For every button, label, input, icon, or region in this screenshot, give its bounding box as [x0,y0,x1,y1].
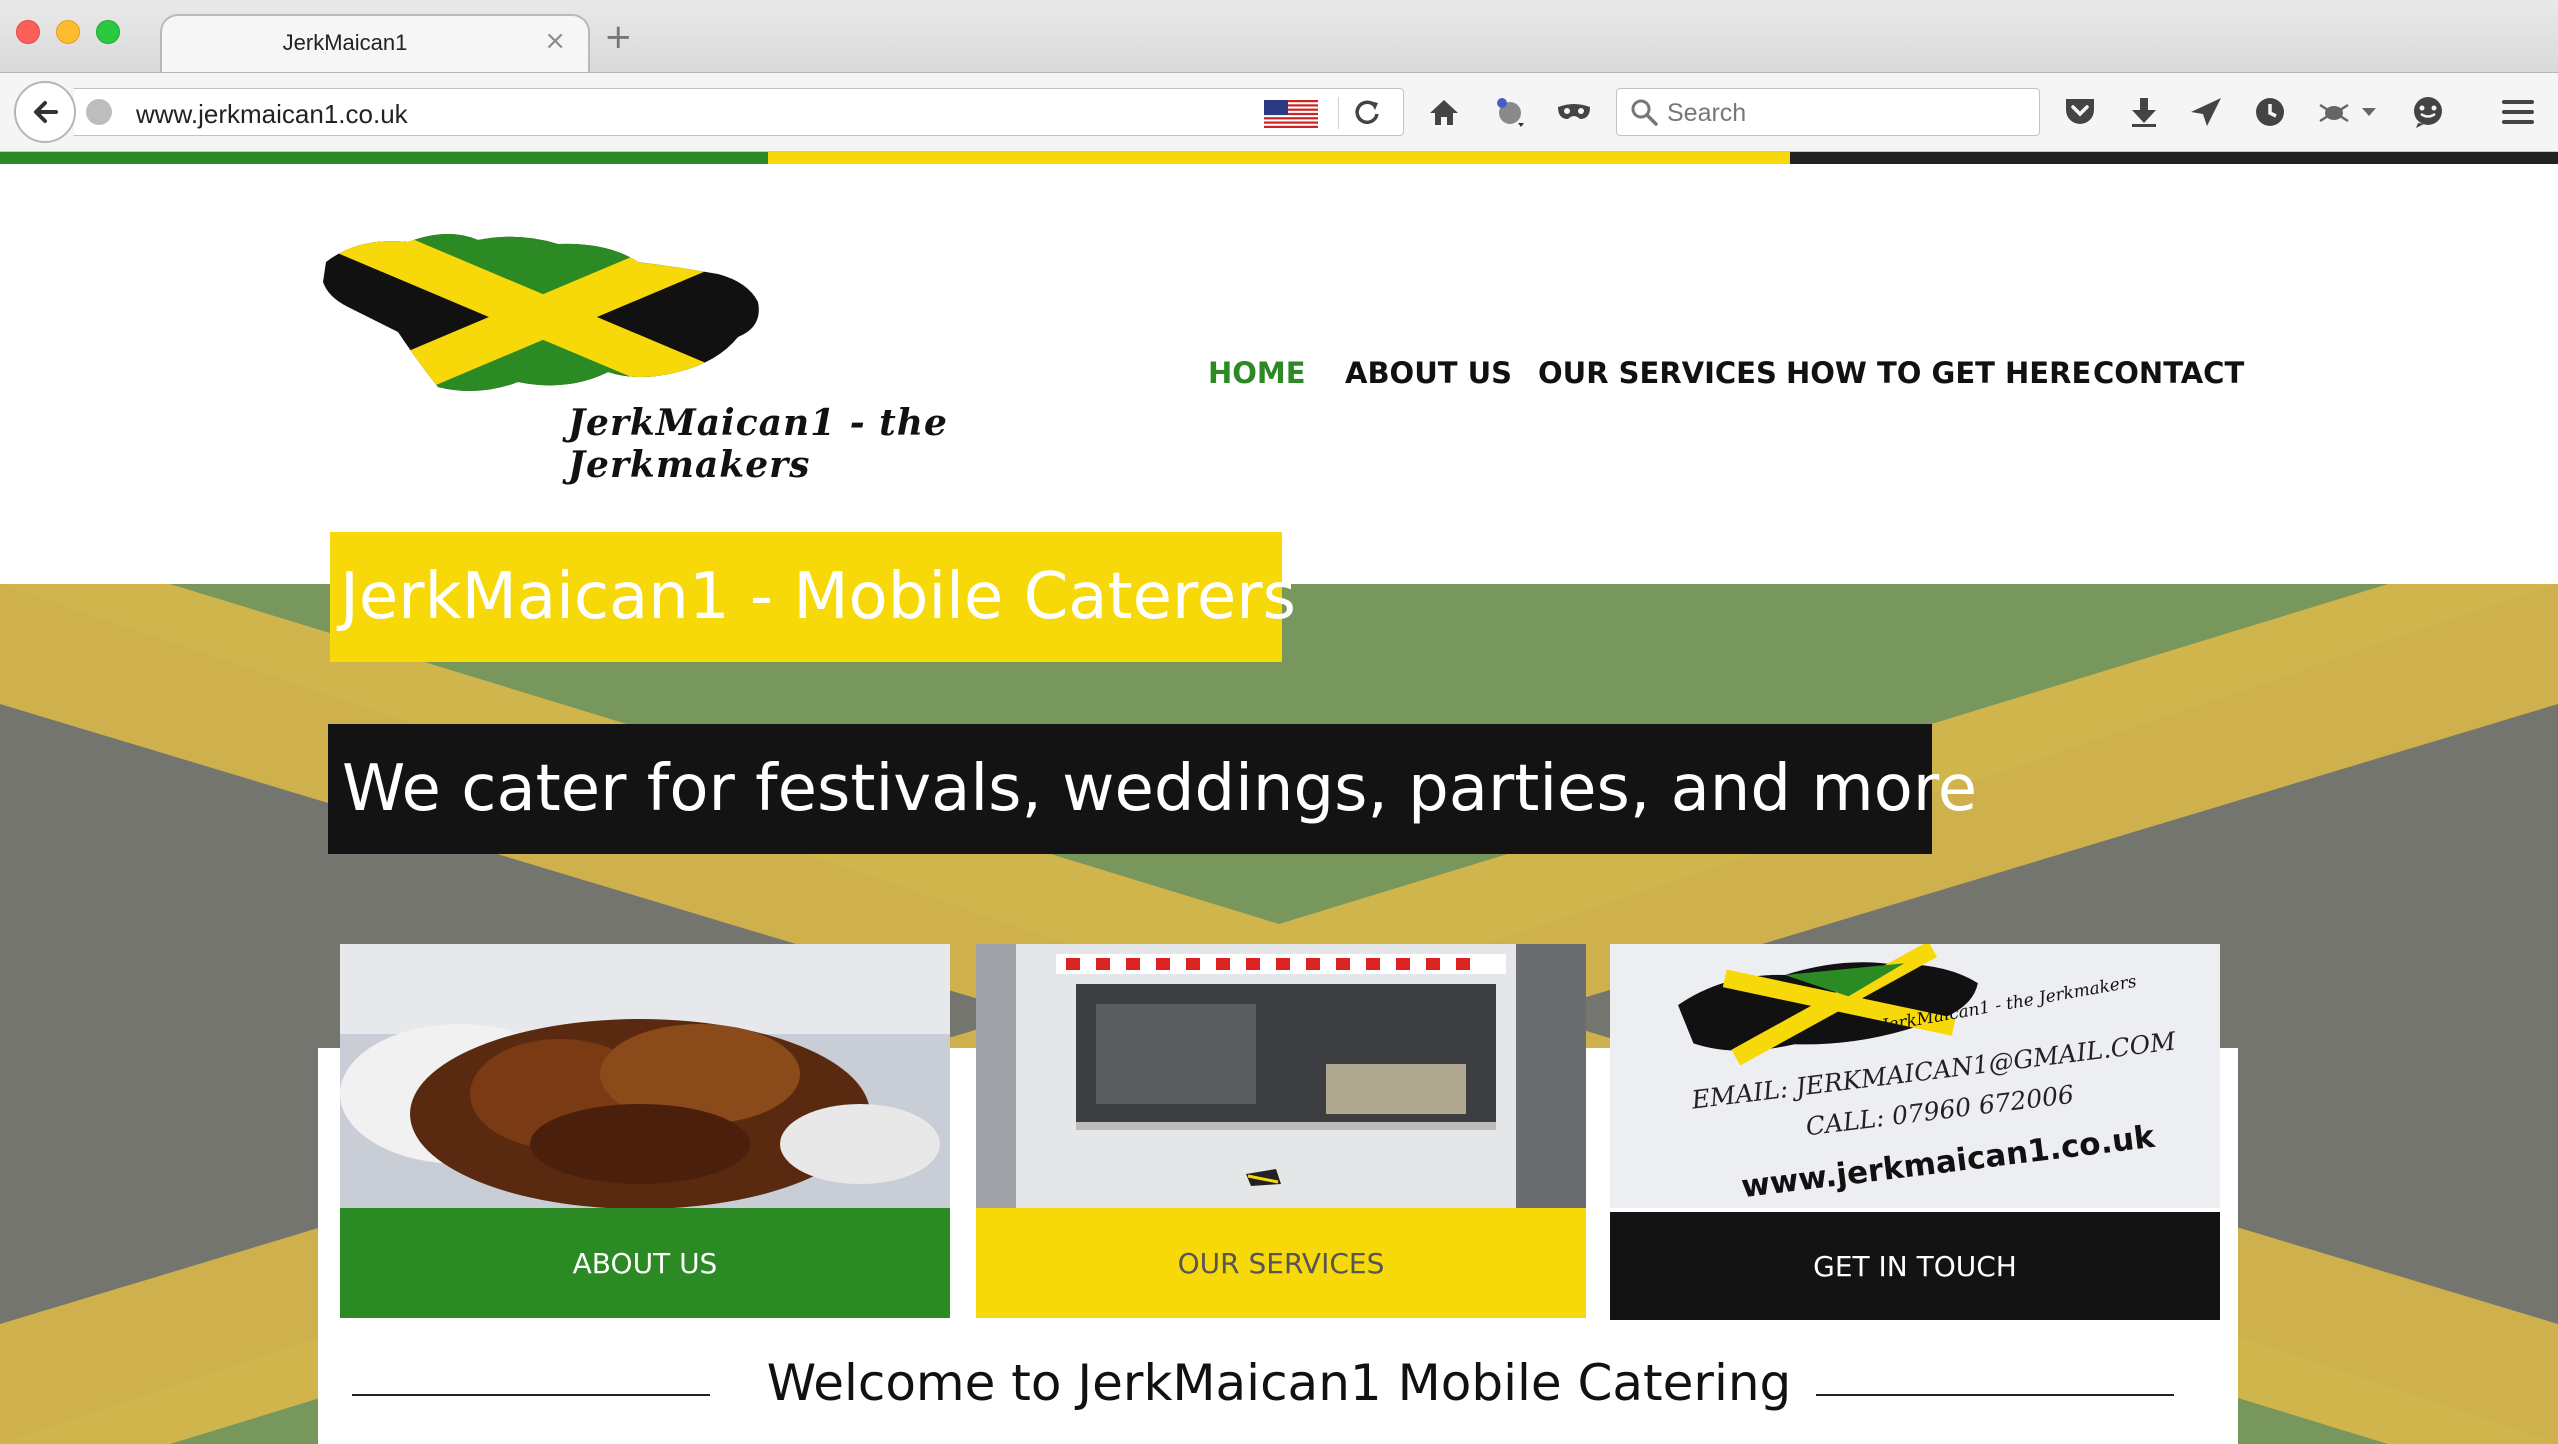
search-input[interactable]: Search [1616,88,2040,136]
home-icon[interactable] [1420,87,1468,137]
about-us-button[interactable]: ABOUT US [340,1208,950,1318]
globe-icon [86,99,112,125]
bug-icon[interactable] [2310,87,2358,137]
browser-tab-bar: JerkMaican1 × + [0,0,2558,72]
chat-icon[interactable] [2404,87,2452,137]
welcome-heading: Welcome to JerkMaican1 Mobile Catering [766,1354,1792,1412]
extension-icon[interactable] [1486,87,1534,137]
new-tab-button[interactable]: + [604,20,633,54]
url-separator [1338,97,1339,129]
nav-home[interactable]: HOME [1208,356,1306,390]
close-window-button[interactable] [16,20,40,44]
business-card-photo: JerkMaican1 - the Jerkmakers EMAIL: JERK… [1610,944,2220,1208]
browser-toolbar: www.jerkmaican1.co.uk Search [0,72,2558,152]
get-in-touch-button[interactable]: GET IN TOUCH [1610,1212,2220,1320]
nav-about-us[interactable]: ABOUT US [1345,356,1512,390]
jerk-chicken-photo [340,944,950,1208]
send-icon[interactable] [2182,87,2230,137]
us-flag-icon [1264,100,1318,128]
history-icon[interactable] [2246,87,2294,137]
hero-title-banner: JerkMaican1 - Mobile Caterers [330,532,1296,662]
download-icon[interactable] [2120,87,2168,137]
search-placeholder: Search [1667,99,1747,127]
dropdown-icon[interactable] [2354,87,2384,137]
get-in-touch-card[interactable]: JerkMaican1 - the Jerkmakers EMAIL: JERK… [1610,944,2220,1320]
hero-subtitle-banner: We cater for festivals, weddings, partie… [328,724,1977,854]
tab-title: JerkMaican1 [282,30,408,55]
url-text[interactable]: www.jerkmaican1.co.uk [136,99,408,130]
our-services-card[interactable]: OUR SERVICES [976,944,1586,1318]
about-us-card[interactable]: ABOUT US [340,944,950,1318]
search-icon [1631,99,1658,126]
minimize-window-button[interactable] [56,20,80,44]
web-page: JerkMaican1 - the Jerkmakers HOME ABOUT … [0,164,2558,1444]
address-bar[interactable]: www.jerkmaican1.co.uk [74,88,1404,136]
catering-van-photo [976,944,1586,1208]
nav-our-services[interactable]: OUR SERVICES [1538,356,1777,390]
tab-close-icon[interactable]: × [544,26,566,56]
browser-tab[interactable]: JerkMaican1 × [160,14,590,72]
reload-icon[interactable] [1352,97,1382,129]
back-button[interactable] [14,81,76,143]
pocket-icon[interactable] [2056,87,2104,137]
mask-icon[interactable] [1550,87,1598,137]
hero-subtitle: We cater for festivals, weddings, partie… [342,752,1978,826]
hero-title: JerkMaican1 - Mobile Caterers [340,560,1296,634]
menu-icon[interactable] [2494,87,2542,137]
zoom-window-button[interactable] [96,20,120,44]
back-arrow-icon [34,101,58,123]
our-services-button[interactable]: OUR SERVICES [976,1208,1586,1318]
jamaica-color-strip [0,152,2558,164]
card-website-text: www.jerkmaican1.co.uk [1739,1118,2157,1206]
nav-contact[interactable]: CONTACT [2093,356,2244,390]
nav-how-to-get-here[interactable]: HOW TO GET HERE [1786,356,2091,390]
divider-right [1816,1394,2174,1396]
main-navigation: HOME ABOUT US OUR SERVICES HOW TO GET HE… [0,356,2558,416]
